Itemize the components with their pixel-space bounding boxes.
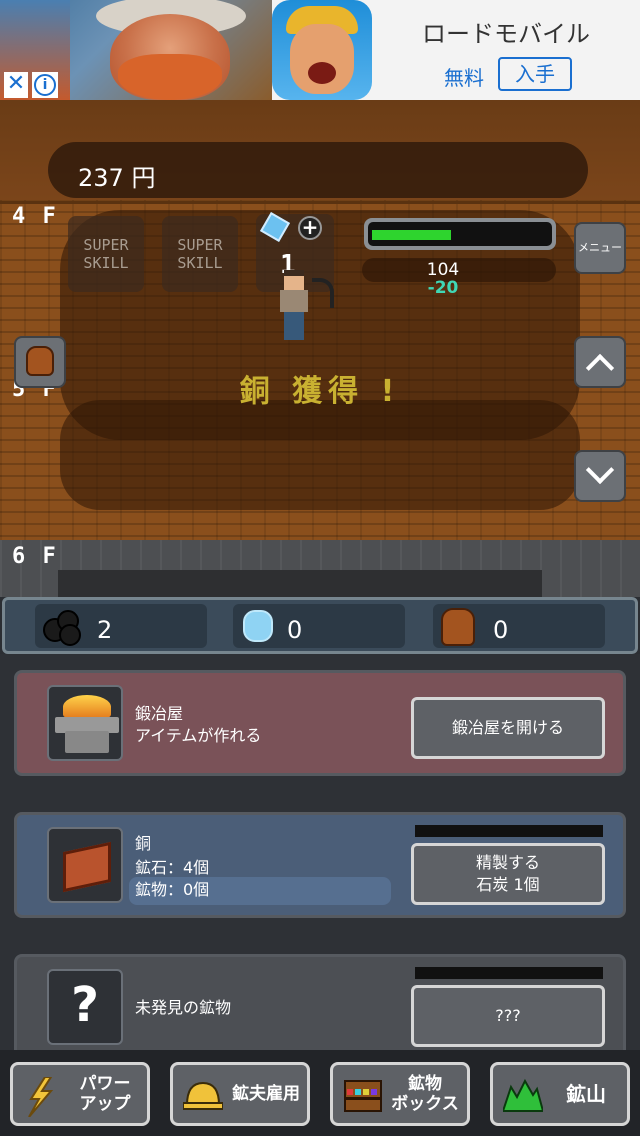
copper-ore-icon	[47, 827, 123, 903]
coal-count: 2	[97, 616, 113, 644]
copper-card: 銅 鉱石：4個 鉱物：0個 精製する 石炭 1個	[14, 812, 626, 918]
hire-miner-button[interactable]: 鉱夫雇用	[170, 1062, 310, 1126]
ad-get-button[interactable]: 入手	[498, 57, 572, 91]
miner-head	[284, 270, 304, 290]
box-line2: ボックス	[391, 1094, 459, 1114]
refine-button[interactable]: 精製する 石炭 1個	[411, 843, 605, 905]
facility-list[interactable]: 鍛冶屋 アイテムが作れる 鍛冶屋を開ける 銅 鉱石：4個 鉱物：0個 精製する …	[0, 654, 640, 1050]
mineral-box-button[interactable]: 鉱物 ボックス	[330, 1062, 470, 1126]
flame-shape	[63, 695, 111, 719]
money-value: 237 円	[78, 164, 156, 192]
damage-value: -20	[427, 278, 459, 298]
block-hp-bar	[364, 218, 556, 250]
acquired-message: 銅 獲得 !	[239, 374, 401, 409]
mine-view[interactable]: 237 円 4 F 5 F 6 F SUPER SKILL SUPER SKIL…	[0, 100, 640, 597]
skill-1-label: SUPER SKILL	[83, 236, 129, 272]
hero-mouth	[308, 62, 336, 84]
power-up-button[interactable]: パワー アップ	[10, 1062, 150, 1126]
coal-icon	[41, 608, 81, 646]
open-smithy-button[interactable]: 鍛冶屋を開ける	[411, 697, 605, 759]
menu-button[interactable]: メニュー	[574, 222, 626, 274]
ad-app-icon[interactable]	[272, 0, 372, 100]
refine-progress-bar	[415, 825, 603, 837]
box-line1: 鉱物	[408, 1074, 442, 1094]
hire-label: 鉱夫雇用	[232, 1084, 300, 1104]
copper-title: 銅	[135, 834, 152, 853]
inventory-coal: 2	[35, 604, 207, 648]
mine-button[interactable]: 鉱山	[490, 1062, 630, 1126]
pickaxe-icon	[312, 278, 334, 308]
unknown-title: 未発見の鉱物	[135, 998, 232, 1017]
unknown-progress-bar	[415, 967, 603, 979]
bag-icon	[441, 608, 475, 646]
refine-label: 精製する	[475, 853, 540, 872]
treasure-box-icon	[344, 1080, 382, 1112]
inventory-bags: 0	[433, 604, 605, 648]
diamond-icon	[259, 211, 291, 243]
miner-legs	[284, 312, 304, 340]
ad-banner[interactable]: ✕ i ロードモバイル 無料 入手	[0, 0, 640, 100]
ad-close-icon[interactable]: ✕	[4, 72, 28, 98]
power-up-line2: アップ	[79, 1094, 131, 1114]
power-up-line1: パワー	[79, 1074, 131, 1094]
smithy-subtitle: アイテムが作れる	[135, 726, 262, 745]
mine-label: 鉱山	[566, 1082, 606, 1106]
lightning-sword-icon	[28, 1077, 54, 1117]
question-mark: ?	[71, 977, 99, 1033]
super-skill-slot-2[interactable]: SUPER SKILL	[162, 216, 238, 292]
viking-beard	[118, 54, 222, 100]
hp-track	[368, 222, 552, 246]
hp-value: 104	[426, 260, 460, 280]
inventory-gems: 0	[233, 604, 405, 648]
anvil-base	[65, 731, 109, 753]
anvil-icon	[47, 685, 123, 761]
miner-body	[280, 290, 308, 312]
miner-character[interactable]	[278, 270, 310, 342]
refine-cost: 石炭 1個	[476, 875, 540, 894]
floor-divider	[0, 201, 640, 204]
ore-shape	[63, 841, 111, 893]
bottom-nav: パワー アップ 鉱夫雇用 鉱物 ボックス 鉱山	[0, 1050, 640, 1136]
skill-2-label: SUPER SKILL	[177, 236, 223, 272]
stone-tunnel	[58, 570, 542, 597]
floor-5-cave	[60, 400, 580, 510]
gem-count: 0	[287, 616, 303, 644]
smithy-title: 鍛冶屋	[135, 704, 184, 723]
hp-fill	[372, 230, 451, 240]
mountain-icon	[503, 1078, 543, 1112]
super-skill-slot-1[interactable]: SUPER SKILL	[68, 216, 144, 292]
copper-ore-count: 鉱石：4個	[135, 858, 210, 877]
unknown-button[interactable]: ???	[411, 985, 605, 1047]
ad-price: 無料	[444, 66, 484, 90]
chevron-down-icon	[585, 455, 615, 485]
floor-down-button[interactable]	[574, 450, 626, 502]
smithy-card: 鍛冶屋 アイテムが作れる 鍛冶屋を開ける	[14, 670, 626, 776]
floor-label-6: 6 F	[12, 544, 58, 569]
bag-count: 0	[493, 616, 509, 644]
plus-icon[interactable]: +	[298, 216, 322, 240]
gem-icon	[243, 610, 273, 642]
unknown-mineral-card: ? 未発見の鉱物 ???	[14, 954, 626, 1050]
copper-mineral-count: 鉱物：0個	[135, 880, 210, 899]
ad-app-name[interactable]: ロードモバイル	[372, 14, 640, 49]
inventory-bar: 2 0 0	[2, 597, 638, 654]
hardhat-icon	[183, 1081, 223, 1110]
floor-label-4: 4 F	[12, 204, 58, 229]
ad-info-icon[interactable]: i	[32, 72, 58, 98]
question-icon: ?	[47, 969, 123, 1045]
